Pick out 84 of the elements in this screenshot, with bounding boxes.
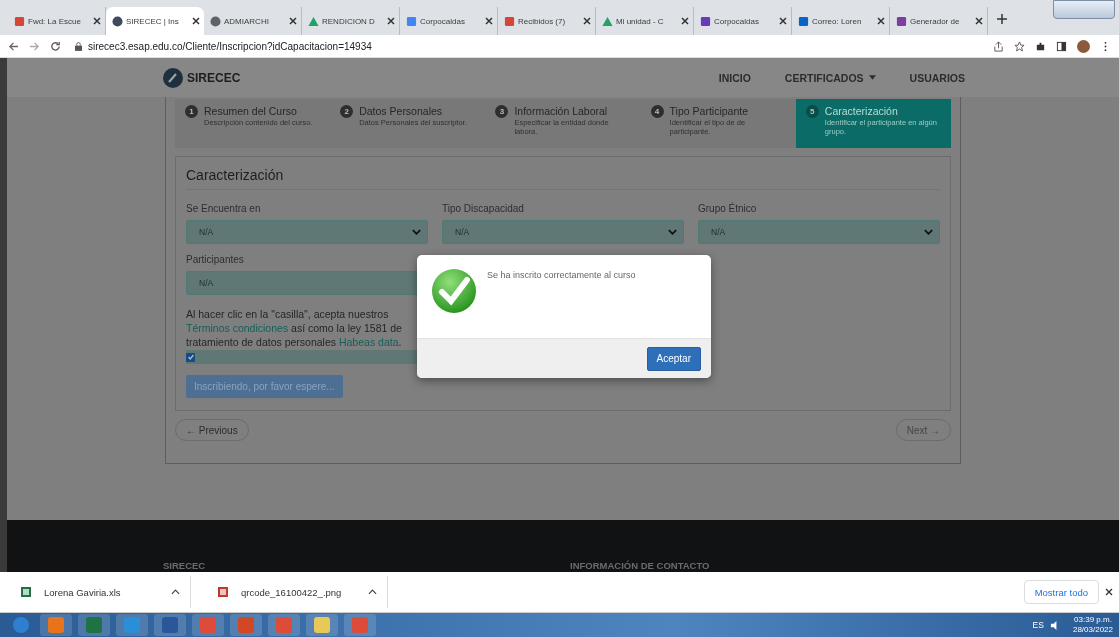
tab-favicon-icon <box>602 15 613 27</box>
step-number: 4 <box>650 105 664 118</box>
close-icon[interactable] <box>877 17 885 25</box>
footer-heading: INFORMACIÓN DE CONTACTO <box>570 560 711 572</box>
close-icon[interactable] <box>779 17 787 25</box>
tab-title: SIRECEC | Ins <box>126 16 180 26</box>
chevron-down-icon <box>668 229 677 235</box>
nav-link[interactable]: INICIO <box>718 71 751 84</box>
url-text: sirecec3.esap.edu.co/Cliente/Inscripcion?idCapacitacion=14934 <box>88 40 372 52</box>
close-icon[interactable] <box>387 17 395 25</box>
tab-favicon-icon <box>700 15 711 27</box>
step-title: Datos Personales <box>359 105 444 117</box>
tab-title: Corpocaldas <box>714 16 760 26</box>
back-icon[interactable] <box>8 40 19 52</box>
accept-button[interactable]: Aceptar <box>646 346 701 371</box>
previous-button[interactable]: ← Previous <box>175 419 249 441</box>
tab-title: Generador de <box>910 16 961 26</box>
lock-icon <box>75 41 82 51</box>
language-indicator[interactable]: ES <box>1032 620 1044 630</box>
field-label: Se Encuentra en <box>186 203 262 214</box>
close-icon[interactable] <box>583 17 591 25</box>
star-icon[interactable] <box>1014 40 1025 52</box>
download-item[interactable]: qrcode_16100422_.png <box>197 576 388 608</box>
file-name: qrcode_16100422_.png <box>241 586 343 598</box>
tab-favicon-icon <box>112 15 123 27</box>
tab-title: ADMIARCHI <box>224 16 270 26</box>
close-icon[interactable] <box>1105 588 1113 596</box>
field-label: Grupo Étnico <box>698 203 758 214</box>
nav-link[interactable]: USUARIOS <box>909 71 965 84</box>
tab-favicon-icon <box>14 15 25 27</box>
share-icon[interactable] <box>993 40 1004 52</box>
reload-icon[interactable] <box>50 40 61 52</box>
close-icon[interactable] <box>192 17 200 25</box>
checkmark-icon <box>431 268 477 314</box>
footer-heading: SIRECEC <box>163 560 207 572</box>
close-icon[interactable] <box>681 17 689 25</box>
checkbox[interactable] <box>186 352 195 362</box>
dialog-message: Se ha inscrito correctamente al curso <box>487 269 636 282</box>
show-all-button[interactable]: Mostrar todo <box>1023 580 1099 604</box>
tab-title: Recibidos (7) <box>518 16 567 26</box>
extensions-icon[interactable] <box>1035 40 1046 52</box>
tab-favicon-icon <box>210 15 221 27</box>
file-icon <box>217 586 229 598</box>
download-item[interactable]: Lorena Gaviria.xls <box>0 576 191 608</box>
tab-favicon-icon <box>308 15 319 27</box>
step-number: 1 <box>185 105 198 118</box>
step-number: 5 <box>805 105 819 118</box>
tab-favicon-icon <box>504 15 515 27</box>
tab-title: Mi unidad - C <box>616 16 665 26</box>
chevron-down-icon <box>924 229 933 235</box>
step-title: Tipo Participante <box>669 105 749 117</box>
tab-title: Correo: Loren <box>812 16 863 26</box>
browser-tab[interactable]: SIRECEC | Ins <box>106 7 204 35</box>
step-title: Información Laboral <box>514 105 609 117</box>
tab-favicon-icon <box>406 15 417 27</box>
close-icon[interactable] <box>485 17 493 25</box>
chevron-down-icon <box>412 229 421 235</box>
brand-title[interactable]: SIRECEC <box>187 70 241 85</box>
step-title: Caracterización <box>824 105 899 117</box>
close-icon[interactable] <box>93 17 101 25</box>
step-number: 3 <box>495 105 509 118</box>
tab-title: RENDICION D <box>322 16 376 26</box>
close-icon[interactable] <box>975 17 983 25</box>
tab-favicon-icon <box>798 15 809 27</box>
file-name: Lorena Gaviria.xls <box>44 586 122 598</box>
side-panel-icon[interactable] <box>1056 40 1067 52</box>
close-icon[interactable] <box>289 17 297 25</box>
step-number: 2 <box>340 105 354 118</box>
tab-title: Corpocaldas <box>420 16 466 26</box>
chevron-up-icon[interactable] <box>368 589 377 595</box>
file-icon <box>20 586 32 598</box>
step-title: Resumen del Curso <box>204 105 298 117</box>
profile-avatar[interactable] <box>1077 39 1090 53</box>
clock[interactable]: 03:39 p.m. 28/03/2022 <box>1066 615 1113 635</box>
tab-title: Fwd: La Escue <box>28 16 82 26</box>
field-label: Participantes <box>186 254 245 265</box>
nav-link[interactable]: CERTIFICADOS <box>784 71 876 84</box>
chevron-up-icon[interactable] <box>171 589 180 595</box>
new-tab-icon[interactable] <box>994 11 1010 27</box>
pencil-logo-icon <box>163 67 183 88</box>
section-title: Caracterización <box>186 167 940 190</box>
tab-favicon-icon <box>896 15 907 27</box>
field-label: Tipo Discapacidad <box>442 203 525 214</box>
window-controls[interactable] <box>1053 0 1115 19</box>
